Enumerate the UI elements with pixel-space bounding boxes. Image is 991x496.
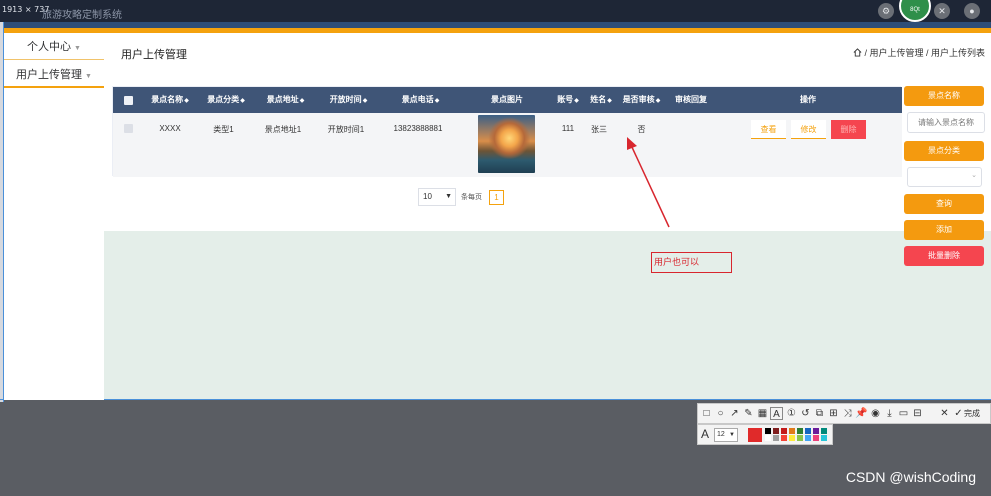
color-swatch[interactable] [789,435,795,441]
color-swatch[interactable] [797,428,803,434]
color-swatch[interactable] [773,428,779,434]
color-swatch[interactable] [765,435,771,441]
mosaic-icon[interactable]: ▦ [756,407,769,420]
font-icon: A [701,427,710,441]
color-swatch[interactable] [821,435,827,441]
color-swatch[interactable] [781,428,787,434]
bookmark-icon[interactable]: ⊟ [911,407,924,420]
current-color-swatch[interactable] [748,428,762,442]
number-icon[interactable]: ① [785,407,798,420]
color-swatch[interactable] [813,435,819,441]
snip-text-options: A 12 ▼ [697,424,833,445]
ellipse-icon[interactable]: ○ [714,407,727,420]
translate-icon[interactable]: ⤨ [841,407,854,420]
watermark: CSDN @wishCoding [845,469,976,485]
pen-icon[interactable]: ✎ [742,407,755,420]
annotation-text-box[interactable]: 用户也可以 [651,252,732,273]
color-swatch[interactable] [813,428,819,434]
font-size-value: 12 [717,431,725,438]
color-swatch[interactable] [781,435,787,441]
arrow-icon[interactable]: ↗ [728,407,741,420]
color-swatch[interactable] [805,428,811,434]
download-icon[interactable]: ⤓ [883,407,896,420]
close-icon[interactable]: ✕ [938,407,951,420]
color-swatch[interactable] [789,428,795,434]
save-icon[interactable]: ▭ [897,407,910,420]
done-button[interactable]: 完成 [964,408,980,419]
color-swatch[interactable] [765,428,771,434]
undo-icon[interactable]: ↺ [799,407,812,420]
color-swatch[interactable] [821,428,827,434]
color-swatch[interactable] [773,435,779,441]
rectangle-icon[interactable]: □ [700,407,713,420]
snip-toolbar: □ ○ ↗ ✎ ▦ A ① ↺ ⧉ ⊞ ⤨ 📌 ◉ ⤓ ▭ ⊟ ✕ ✓ 完成 [697,403,991,424]
ocr-icon[interactable]: ⊞ [827,407,840,420]
crop-icon[interactable]: ⧉ [813,407,826,420]
font-size-select[interactable]: 12 ▼ [714,428,738,442]
pin-icon[interactable]: 📌 [855,407,868,420]
color-swatch[interactable] [805,435,811,441]
color-swatch[interactable] [797,435,803,441]
record-icon[interactable]: ◉ [869,407,882,420]
text-icon[interactable]: A [770,407,783,420]
chevron-down-icon: ▼ [729,432,735,438]
